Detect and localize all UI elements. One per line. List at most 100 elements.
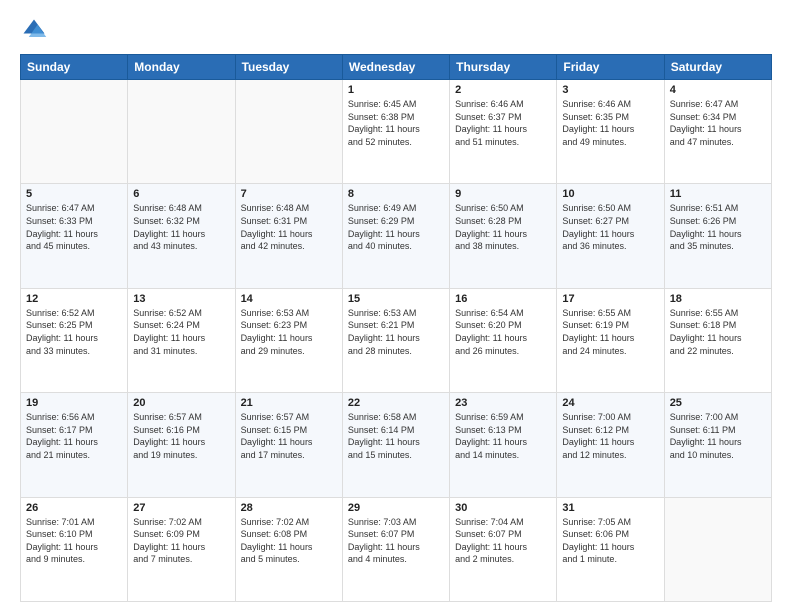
day-info: Sunrise: 6:56 AM Sunset: 6:17 PM Dayligh…: [26, 411, 122, 461]
day-info: Sunrise: 7:02 AM Sunset: 6:08 PM Dayligh…: [241, 516, 337, 566]
calendar-day-cell: 9 Sunrise: 6:50 AM Sunset: 6:28 PM Daylig…: [450, 184, 557, 288]
calendar-day-cell: 6 Sunrise: 6:48 AM Sunset: 6:32 PM Daylig…: [128, 184, 235, 288]
day-info: Sunrise: 6:57 AM Sunset: 6:16 PM Dayligh…: [133, 411, 229, 461]
dow-header: Monday: [128, 55, 235, 80]
day-of-week-row: SundayMondayTuesdayWednesdayThursdayFrid…: [21, 55, 772, 80]
day-info: Sunrise: 6:55 AM Sunset: 6:18 PM Dayligh…: [670, 307, 766, 357]
calendar-day-cell: 31 Sunrise: 7:05 AM Sunset: 6:06 PM Dayli…: [557, 497, 664, 601]
day-info: Sunrise: 6:48 AM Sunset: 6:31 PM Dayligh…: [241, 202, 337, 252]
calendar-day-cell: 27 Sunrise: 7:02 AM Sunset: 6:09 PM Dayli…: [128, 497, 235, 601]
page: SundayMondayTuesdayWednesdayThursdayFrid…: [0, 0, 792, 612]
calendar-day-cell: 30 Sunrise: 7:04 AM Sunset: 6:07 PM Dayli…: [450, 497, 557, 601]
calendar-day-cell: 25Sunrise: 7:00 AM Sunset: 6:11 PM Dayli…: [664, 393, 771, 497]
day-number: 2: [455, 84, 551, 96]
dow-header: Sunday: [21, 55, 128, 80]
day-info: Sunrise: 6:47 AM Sunset: 6:34 PM Dayligh…: [670, 98, 766, 148]
calendar-day-cell: 29Sunrise: 7:03 AM Sunset: 6:07 PM Dayli…: [342, 497, 449, 601]
day-number: 21: [241, 397, 337, 409]
dow-header: Tuesday: [235, 55, 342, 80]
day-info: Sunrise: 6:58 AM Sunset: 6:14 PM Dayligh…: [348, 411, 444, 461]
calendar-day-cell: 17Sunrise: 6:55 AM Sunset: 6:19 PM Dayli…: [557, 288, 664, 392]
calendar-day-cell: 28 Sunrise: 7:02 AM Sunset: 6:08 PM Dayli…: [235, 497, 342, 601]
calendar-day-cell: 23 Sunrise: 6:59 AM Sunset: 6:13 PM Dayli…: [450, 393, 557, 497]
day-number: 19: [26, 397, 122, 409]
dow-header: Friday: [557, 55, 664, 80]
day-number: 26: [26, 502, 122, 514]
day-number: 12: [26, 293, 122, 305]
day-number: 25: [670, 397, 766, 409]
calendar-week-row: 5 Sunrise: 6:47 AM Sunset: 6:33 PM Daylig…: [21, 184, 772, 288]
day-info: Sunrise: 6:45 AM Sunset: 6:38 PM Dayligh…: [348, 98, 444, 148]
day-number: 11: [670, 188, 766, 200]
day-info: Sunrise: 6:51 AM Sunset: 6:26 PM Dayligh…: [670, 202, 766, 252]
calendar-day-cell: 15Sunrise: 6:53 AM Sunset: 6:21 PM Dayli…: [342, 288, 449, 392]
day-number: 17: [562, 293, 658, 305]
day-number: 18: [670, 293, 766, 305]
calendar-day-cell: 12 Sunrise: 6:52 AM Sunset: 6:25 PM Dayli…: [21, 288, 128, 392]
day-number: 5: [26, 188, 122, 200]
calendar-day-cell: 2Sunrise: 6:46 AM Sunset: 6:37 PM Daylig…: [450, 80, 557, 184]
calendar-day-cell: 14 Sunrise: 6:53 AM Sunset: 6:23 PM Dayli…: [235, 288, 342, 392]
calendar-week-row: 12 Sunrise: 6:52 AM Sunset: 6:25 PM Dayli…: [21, 288, 772, 392]
day-number: 24: [562, 397, 658, 409]
day-info: Sunrise: 6:47 AM Sunset: 6:33 PM Dayligh…: [26, 202, 122, 252]
day-number: 22: [348, 397, 444, 409]
calendar-day-cell: 11 Sunrise: 6:51 AM Sunset: 6:26 PM Dayli…: [664, 184, 771, 288]
logo: [20, 16, 52, 44]
calendar-table: SundayMondayTuesdayWednesdayThursdayFrid…: [20, 54, 772, 602]
day-info: Sunrise: 6:48 AM Sunset: 6:32 PM Dayligh…: [133, 202, 229, 252]
day-info: Sunrise: 6:53 AM Sunset: 6:23 PM Dayligh…: [241, 307, 337, 357]
calendar-week-row: 1Sunrise: 6:45 AM Sunset: 6:38 PM Daylig…: [21, 80, 772, 184]
day-info: Sunrise: 6:49 AM Sunset: 6:29 PM Dayligh…: [348, 202, 444, 252]
day-number: 16: [455, 293, 551, 305]
header: [20, 16, 772, 44]
day-number: 31: [562, 502, 658, 514]
day-info: Sunrise: 6:46 AM Sunset: 6:35 PM Dayligh…: [562, 98, 658, 148]
dow-header: Saturday: [664, 55, 771, 80]
calendar-day-cell: [21, 80, 128, 184]
day-number: 28: [241, 502, 337, 514]
day-number: 10: [562, 188, 658, 200]
calendar-week-row: 19 Sunrise: 6:56 AM Sunset: 6:17 PM Dayli…: [21, 393, 772, 497]
calendar-day-cell: 3Sunrise: 6:46 AM Sunset: 6:35 PM Daylig…: [557, 80, 664, 184]
logo-icon: [20, 16, 48, 44]
calendar-day-cell: [235, 80, 342, 184]
day-number: 4: [670, 84, 766, 96]
calendar-body: 1Sunrise: 6:45 AM Sunset: 6:38 PM Daylig…: [21, 80, 772, 602]
calendar-day-cell: 20 Sunrise: 6:57 AM Sunset: 6:16 PM Dayli…: [128, 393, 235, 497]
day-number: 29: [348, 502, 444, 514]
calendar-day-cell: 19 Sunrise: 6:56 AM Sunset: 6:17 PM Dayli…: [21, 393, 128, 497]
day-number: 6: [133, 188, 229, 200]
calendar-day-cell: 1Sunrise: 6:45 AM Sunset: 6:38 PM Daylig…: [342, 80, 449, 184]
calendar-day-cell: 8 Sunrise: 6:49 AM Sunset: 6:29 PM Daylig…: [342, 184, 449, 288]
day-number: 9: [455, 188, 551, 200]
day-info: Sunrise: 7:01 AM Sunset: 6:10 PM Dayligh…: [26, 516, 122, 566]
day-number: 30: [455, 502, 551, 514]
day-number: 14: [241, 293, 337, 305]
day-number: 13: [133, 293, 229, 305]
dow-header: Thursday: [450, 55, 557, 80]
day-number: 20: [133, 397, 229, 409]
dow-header: Wednesday: [342, 55, 449, 80]
day-number: 23: [455, 397, 551, 409]
day-number: 8: [348, 188, 444, 200]
day-info: Sunrise: 6:50 AM Sunset: 6:28 PM Dayligh…: [455, 202, 551, 252]
day-info: Sunrise: 7:02 AM Sunset: 6:09 PM Dayligh…: [133, 516, 229, 566]
calendar-day-cell: 22 Sunrise: 6:58 AM Sunset: 6:14 PM Dayli…: [342, 393, 449, 497]
day-info: Sunrise: 6:50 AM Sunset: 6:27 PM Dayligh…: [562, 202, 658, 252]
day-info: Sunrise: 6:52 AM Sunset: 6:24 PM Dayligh…: [133, 307, 229, 357]
day-info: Sunrise: 7:05 AM Sunset: 6:06 PM Dayligh…: [562, 516, 658, 566]
calendar-day-cell: 26 Sunrise: 7:01 AM Sunset: 6:10 PM Dayli…: [21, 497, 128, 601]
calendar-day-cell: 10 Sunrise: 6:50 AM Sunset: 6:27 PM Dayli…: [557, 184, 664, 288]
day-info: Sunrise: 7:00 AM Sunset: 6:12 PM Dayligh…: [562, 411, 658, 461]
day-info: Sunrise: 7:04 AM Sunset: 6:07 PM Dayligh…: [455, 516, 551, 566]
day-info: Sunrise: 6:59 AM Sunset: 6:13 PM Dayligh…: [455, 411, 551, 461]
day-info: Sunrise: 6:52 AM Sunset: 6:25 PM Dayligh…: [26, 307, 122, 357]
calendar-day-cell: 21Sunrise: 6:57 AM Sunset: 6:15 PM Dayli…: [235, 393, 342, 497]
calendar-day-cell: [128, 80, 235, 184]
calendar-day-cell: 18 Sunrise: 6:55 AM Sunset: 6:18 PM Dayli…: [664, 288, 771, 392]
calendar-day-cell: 16 Sunrise: 6:54 AM Sunset: 6:20 PM Dayli…: [450, 288, 557, 392]
day-number: 27: [133, 502, 229, 514]
day-info: Sunrise: 6:54 AM Sunset: 6:20 PM Dayligh…: [455, 307, 551, 357]
day-number: 15: [348, 293, 444, 305]
